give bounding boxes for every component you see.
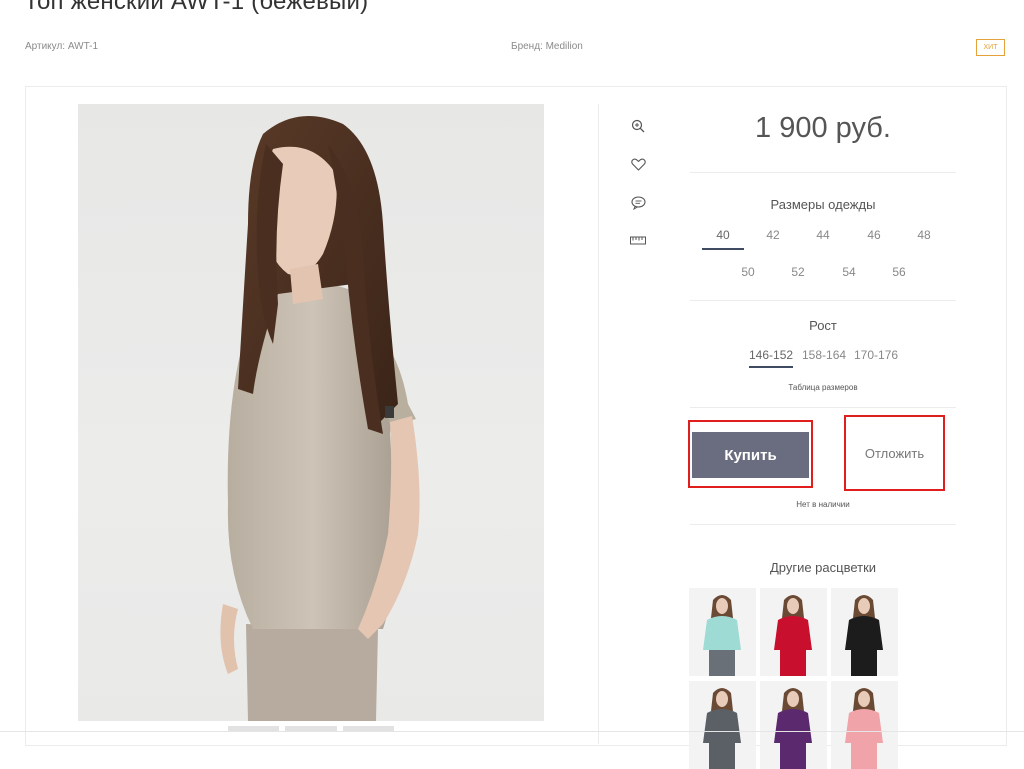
color-swatch[interactable] bbox=[831, 588, 898, 676]
color-swatch[interactable] bbox=[760, 681, 827, 769]
card-divider bbox=[598, 104, 599, 744]
size-option-48[interactable]: 48 bbox=[903, 228, 945, 242]
other-colors-title: Другие расцветки bbox=[769, 560, 877, 575]
zoom-in-icon[interactable] bbox=[629, 117, 647, 135]
size-option-44[interactable]: 44 bbox=[802, 228, 844, 242]
color-swatch[interactable] bbox=[689, 588, 756, 676]
color-swatch[interactable] bbox=[831, 681, 898, 769]
buy-button[interactable]: Купить bbox=[692, 432, 809, 478]
height-option-170-176[interactable]: 170-176 bbox=[854, 348, 898, 362]
size-option-46[interactable]: 46 bbox=[853, 228, 895, 242]
comment-icon[interactable] bbox=[629, 194, 647, 212]
height-option-158-164[interactable]: 158-164 bbox=[802, 348, 846, 362]
size-option-52[interactable]: 52 bbox=[777, 265, 819, 279]
buy-button-highlight: Купить bbox=[688, 420, 813, 488]
divider bbox=[690, 524, 956, 525]
size-option-42[interactable]: 42 bbox=[752, 228, 794, 242]
product-price: 1 900 руб. bbox=[755, 112, 891, 144]
color-swatch[interactable] bbox=[689, 681, 756, 769]
page-bottom-border bbox=[0, 731, 1024, 732]
product-brand: Бренд: Medilion bbox=[511, 41, 583, 52]
defer-button[interactable]: Отложить bbox=[844, 415, 945, 491]
size-option-54[interactable]: 54 bbox=[828, 265, 870, 279]
divider bbox=[690, 172, 956, 173]
divider bbox=[690, 407, 956, 408]
product-article: Артикул: AWT-1 bbox=[25, 41, 99, 52]
model-photo-illustration bbox=[220, 116, 420, 721]
hit-badge: ХИТ bbox=[976, 39, 1005, 56]
color-swatch[interactable] bbox=[760, 588, 827, 676]
stock-status: Нет в наличии bbox=[796, 500, 850, 509]
product-title: Топ женский AWT-1 (бежевый) bbox=[24, 0, 369, 15]
sizes-title: Размеры одежды bbox=[770, 197, 876, 212]
size-option-50[interactable]: 50 bbox=[727, 265, 769, 279]
height-title: Рост bbox=[809, 318, 837, 333]
height-option-146-152[interactable]: 146-152 bbox=[749, 348, 794, 368]
size-table-link[interactable]: Таблица размеров bbox=[690, 383, 956, 392]
product-image[interactable] bbox=[78, 104, 544, 721]
divider bbox=[690, 300, 956, 301]
ruler-icon[interactable] bbox=[629, 232, 647, 250]
size-option-56[interactable]: 56 bbox=[878, 265, 920, 279]
size-option-40[interactable]: 40 bbox=[702, 228, 744, 250]
heart-icon[interactable] bbox=[629, 155, 647, 173]
